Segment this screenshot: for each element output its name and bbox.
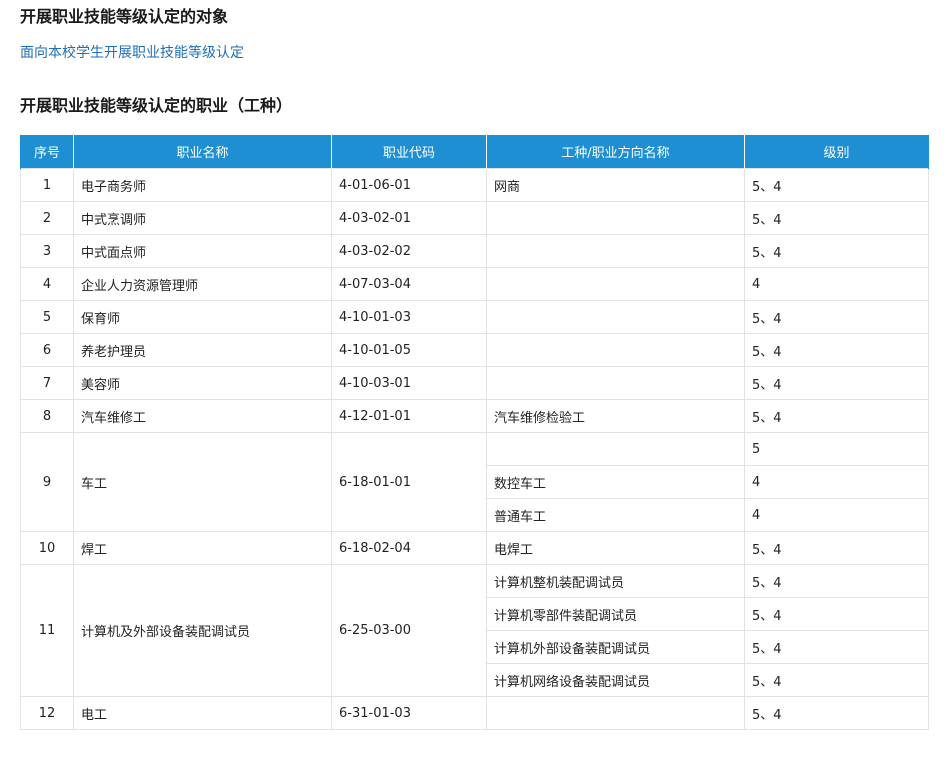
cell-level: 5、4 xyxy=(744,531,929,565)
cell-no: 6 xyxy=(20,333,74,367)
table-row: 12 电工 6-31-01-03 5、4 xyxy=(20,696,929,730)
table-row: 10 焊工 6-18-02-04 电焊工 5、4 xyxy=(20,531,929,565)
cell-occupation-code: 6-18-01-01 xyxy=(331,432,487,532)
table-row: 5 保育师 4-10-01-03 5、4 xyxy=(20,300,929,334)
cell-direction: 汽车维修检验工 xyxy=(486,399,745,433)
cell-level: 5、4 xyxy=(744,399,929,433)
cell-no: 1 xyxy=(20,168,74,202)
cell-direction: 网商 xyxy=(486,168,745,202)
cell-level: 5、4 xyxy=(744,366,929,400)
header-level: 级别 xyxy=(744,135,929,169)
cell-occupation-code: 4-10-01-03 xyxy=(331,300,487,334)
cell-occupation-name: 焊工 xyxy=(73,531,332,565)
cell-level: 5、4 xyxy=(744,201,929,235)
cell-direction xyxy=(486,333,745,367)
cell-occupation-code: 6-18-02-04 xyxy=(331,531,487,565)
cell-occupation-name: 中式烹调师 xyxy=(73,201,332,235)
cell-direction xyxy=(486,366,745,400)
table-row: 7 美容师 4-10-03-01 5、4 xyxy=(20,366,929,400)
header-no: 序号 xyxy=(20,135,74,169)
cell-level: 5、4 xyxy=(744,234,929,268)
cell-occupation-name: 电工 xyxy=(73,696,332,730)
cell-direction: 计算机网络设备装配调试员 xyxy=(486,663,745,697)
cell-occupation-name: 汽车维修工 xyxy=(73,399,332,433)
cell-no: 12 xyxy=(20,696,74,730)
cell-no: 9 xyxy=(20,432,74,532)
cell-occupation-name: 电子商务师 xyxy=(73,168,332,202)
cell-level: 5 xyxy=(744,432,929,466)
cell-direction: 计算机整机装配调试员 xyxy=(486,564,745,598)
cell-level: 5、4 xyxy=(744,333,929,367)
cell-occupation-name: 保育师 xyxy=(73,300,332,334)
table-row: 2 中式烹调师 4-03-02-01 5、4 xyxy=(20,201,929,235)
cell-occupation-code: 4-07-03-04 xyxy=(331,267,487,301)
cell-direction: 普通车工 xyxy=(486,498,745,532)
cell-occupation-code: 4-10-01-05 xyxy=(331,333,487,367)
cell-level: 5、4 xyxy=(744,663,929,697)
cell-occupation-name: 中式面点师 xyxy=(73,234,332,268)
cell-direction: 数控车工 xyxy=(486,465,745,499)
cell-occupation-code: 4-01-06-01 xyxy=(331,168,487,202)
cell-no: 11 xyxy=(20,564,74,697)
cell-occupation-name: 计算机及外部设备装配调试员 xyxy=(73,564,332,697)
cell-occupation-code: 6-25-03-00 xyxy=(331,564,487,697)
cell-occupation-code: 6-31-01-03 xyxy=(331,696,487,730)
table-row: 6 养老护理员 4-10-01-05 5、4 xyxy=(20,333,929,367)
table-row: 11 计算机及外部设备装配调试员 6-25-03-00 计算机整机装配调试员 5、4 xyxy=(20,564,929,697)
cell-occupation-code: 4-12-01-01 xyxy=(331,399,487,433)
occupation-table: 序号 职业名称 职业代码 工种/职业方向名称 级别 1 电子商务师 4-01-06-… xyxy=(20,135,929,730)
cell-occupation-name: 养老护理员 xyxy=(73,333,332,367)
cell-direction xyxy=(486,234,745,268)
table-row: 4 企业人力资源管理师 4-07-03-04 4 xyxy=(20,267,929,301)
cell-level: 4 xyxy=(744,267,929,301)
cell-direction xyxy=(486,267,745,301)
cell-level: 4 xyxy=(744,465,929,499)
table-row: 8 汽车维修工 4-12-01-01 汽车维修检验工 5、4 xyxy=(20,399,929,433)
cell-no: 3 xyxy=(20,234,74,268)
table-row: 1 电子商务师 4-01-06-01 网商 5、4 xyxy=(20,168,929,202)
cell-level: 5、4 xyxy=(744,564,929,598)
table-header-row: 序号 职业名称 职业代码 工种/职业方向名称 级别 xyxy=(20,135,929,169)
table-row: 9 车工 6-18-01-01 5 xyxy=(20,432,929,532)
cell-direction: 电焊工 xyxy=(486,531,745,565)
cell-no: 10 xyxy=(20,531,74,565)
cell-occupation-code: 4-03-02-01 xyxy=(331,201,487,235)
cell-occupation-name: 企业人力资源管理师 xyxy=(73,267,332,301)
cell-direction xyxy=(486,201,745,235)
cell-occupation-code: 4-03-02-02 xyxy=(331,234,487,268)
cell-no: 2 xyxy=(20,201,74,235)
header-direction: 工种/职业方向名称 xyxy=(486,135,745,169)
table-body: 1 电子商务师 4-01-06-01 网商 5、4 2 中式烹调师 4-03-02-01 5、4… xyxy=(20,168,929,730)
cell-level: 5、4 xyxy=(744,597,929,631)
cell-direction: 计算机外部设备装配调试员 xyxy=(486,630,745,664)
occupation-heading: 开展职业技能等级认定的职业（工种） xyxy=(20,96,293,115)
cell-occupation-name: 车工 xyxy=(73,432,332,532)
cell-direction xyxy=(486,696,745,730)
cell-no: 5 xyxy=(20,300,74,334)
table-row: 3 中式面点师 4-03-02-02 5、4 xyxy=(20,234,929,268)
cell-level: 5、4 xyxy=(744,630,929,664)
cell-direction: 计算机零部件装配调试员 xyxy=(486,597,745,631)
cell-level: 5、4 xyxy=(744,168,929,202)
cell-level: 5、4 xyxy=(744,300,929,334)
header-name: 职业名称 xyxy=(73,135,332,169)
cell-occupation-code: 4-10-03-01 xyxy=(331,366,487,400)
cell-no: 8 xyxy=(20,399,74,433)
page: 开展职业技能等级认定的对象 面向本校学生开展职业技能等级认定 开展职业技能等级认… xyxy=(0,0,948,764)
target-heading: 开展职业技能等级认定的对象 xyxy=(20,7,229,26)
cell-no: 7 xyxy=(20,366,74,400)
cell-level: 4 xyxy=(744,498,929,532)
cell-no: 4 xyxy=(20,267,74,301)
cell-direction xyxy=(486,432,745,466)
header-code: 职业代码 xyxy=(331,135,487,169)
cell-level: 5、4 xyxy=(744,696,929,730)
target-link[interactable]: 面向本校学生开展职业技能等级认定 xyxy=(20,44,244,62)
cell-occupation-name: 美容师 xyxy=(73,366,332,400)
cell-direction xyxy=(486,300,745,334)
